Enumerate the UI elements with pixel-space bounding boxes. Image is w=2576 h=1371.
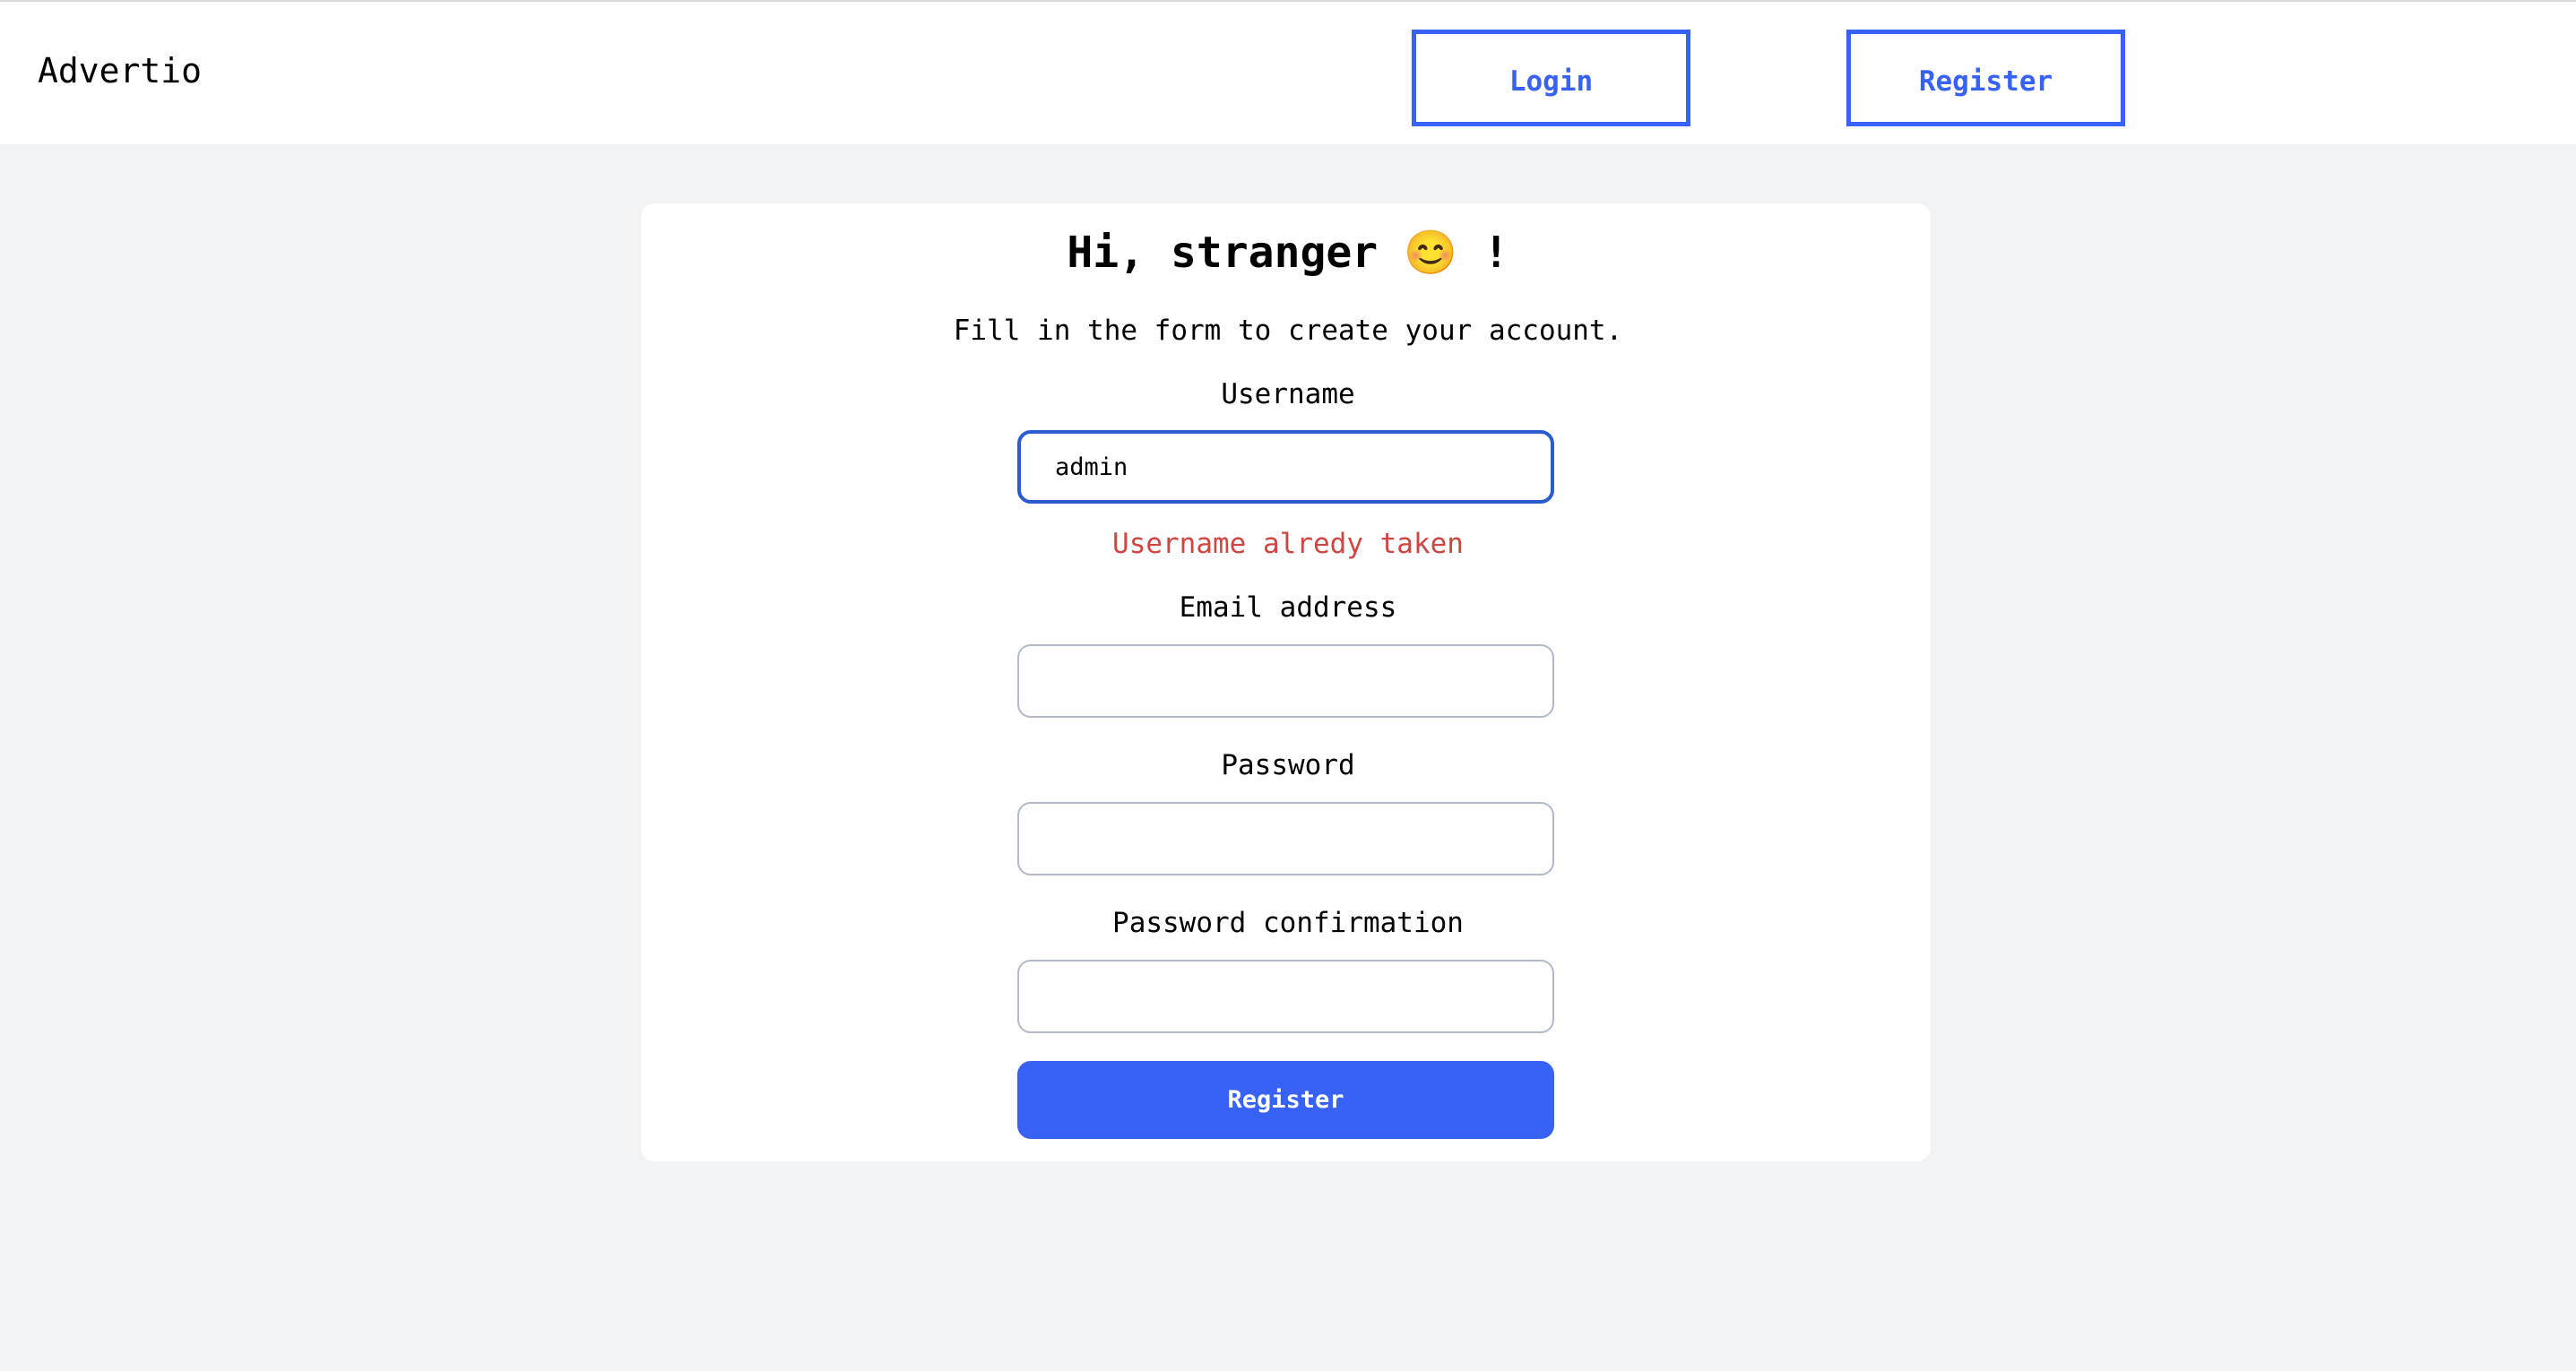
page-title: Hi, stranger 😊 !	[1067, 228, 1509, 278]
username-input[interactable]	[1017, 430, 1554, 504]
logo[interactable]: Advertio	[38, 47, 202, 95]
password-confirmation-label: Password confirmation	[1112, 907, 1464, 939]
register-submit-button[interactable]: Register	[1017, 1061, 1554, 1139]
navbar: Advertio Login Register	[0, 2, 2576, 144]
login-button[interactable]: Login	[1412, 30, 1690, 126]
password-input[interactable]	[1017, 802, 1554, 875]
username-label: Username	[1221, 378, 1355, 410]
form-subtitle: Fill in the form to create your account.	[953, 315, 1623, 347]
username-error: Username alredy taken	[1112, 528, 1464, 560]
password-confirmation-input[interactable]	[1017, 960, 1554, 1033]
email-label: Email address	[1179, 591, 1397, 624]
nav-register-button[interactable]: Register	[1846, 30, 2125, 126]
password-label: Password	[1221, 749, 1355, 781]
email-input[interactable]	[1017, 644, 1554, 718]
